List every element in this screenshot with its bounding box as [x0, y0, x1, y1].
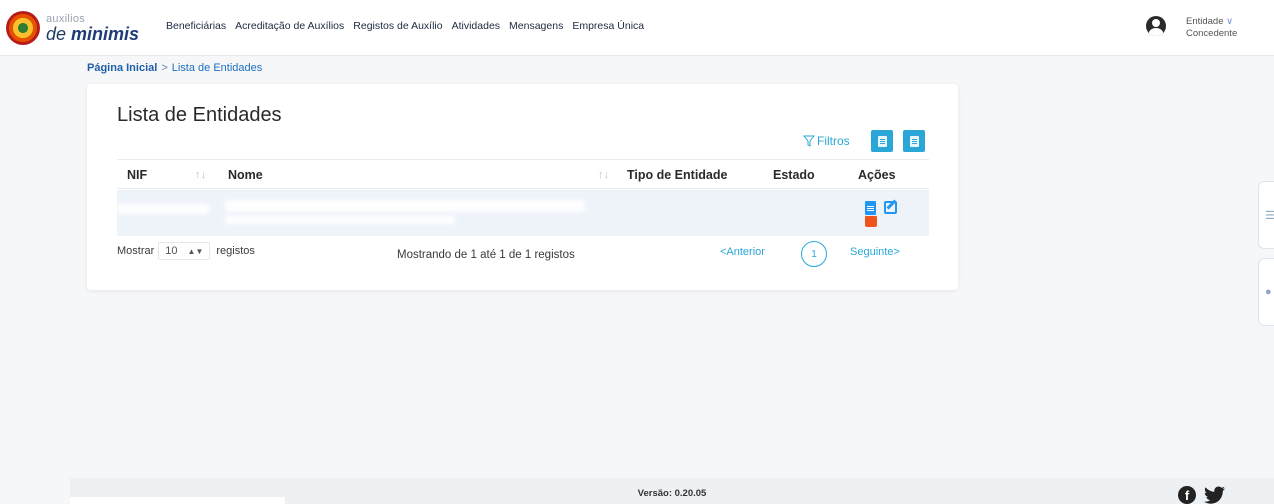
table-footer: Mostrar 10 ▲▼ registos Mostrando de 1 até… [117, 241, 929, 267]
logo-line2-prefix: de [46, 23, 72, 44]
pagination-summary: Mostrando de 1 até 1 de 1 registos [397, 249, 575, 261]
nav-item-atividades[interactable]: Atividades [452, 20, 500, 32]
entities-card: Lista de Entidades Filtros NIF ↑↓ Nome ↑… [87, 84, 958, 290]
breadcrumb: Página Inicial > Lista de Entidades [87, 62, 262, 74]
side-tab-checklist[interactable]: ☰ [1258, 181, 1274, 249]
logo-emblem-icon [6, 11, 40, 45]
select-arrows-icon: ▲▼ [187, 246, 204, 256]
excel-export-icon [877, 135, 887, 147]
top-navbar: auxilios de minimis Beneficiárias Acredi… [0, 0, 1274, 56]
nav-item-acreditacao[interactable]: Acreditação de Auxílios [235, 20, 344, 32]
sort-icon[interactable]: ↑↓ [598, 169, 609, 181]
page-size-control: Mostrar 10 ▲▼ registos [117, 242, 255, 260]
redacted-nome-line2 [225, 216, 455, 224]
page-size-value: 10 [165, 245, 178, 257]
edit-icon[interactable] [884, 201, 897, 214]
nav-item-mensagens[interactable]: Mensagens [509, 20, 563, 32]
excel-export-button[interactable] [871, 130, 893, 152]
previous-page-link[interactable]: <Anterior [720, 246, 765, 258]
user-role-line1: Entidade [1186, 16, 1224, 27]
nav-item-registos[interactable]: Registos de Auxílio [353, 20, 442, 32]
page-title: Lista de Entidades [117, 104, 282, 126]
chat-icon: ● [1265, 286, 1272, 298]
breadcrumb-separator: > [161, 62, 168, 74]
side-tab-chat[interactable]: ● [1258, 258, 1274, 326]
nav-item-beneficiarias[interactable]: Beneficiárias [166, 20, 226, 32]
column-header-estado[interactable]: Estado [773, 168, 815, 182]
logo-line2: de minimis [46, 25, 139, 43]
sort-icon[interactable]: ↑↓ [195, 169, 206, 181]
delete-icon[interactable] [865, 216, 877, 227]
breadcrumb-current: Lista de Entidades [171, 62, 263, 74]
view-document-icon[interactable] [865, 201, 876, 215]
checklist-icon: ☰ [1265, 210, 1274, 222]
pdf-export-button[interactable] [903, 130, 925, 152]
redacted-nome [225, 200, 585, 212]
next-page-link[interactable]: Seguinte> [850, 246, 900, 258]
user-menu[interactable]: Entidade ∨ Concedente [1146, 16, 1237, 40]
pdf-export-icon [909, 135, 919, 147]
main-nav: Beneficiárias Acreditação de Auxílios Re… [166, 20, 644, 32]
facebook-icon[interactable]: f [1178, 486, 1196, 504]
filter-icon [803, 135, 815, 147]
filters-button[interactable]: Filtros [803, 134, 850, 148]
show-label: Mostrar [117, 245, 155, 257]
filters-label: Filtros [817, 134, 850, 148]
chevron-down-icon: ∨ [1226, 16, 1234, 27]
page-size-select[interactable]: 10 ▲▼ [158, 242, 211, 260]
nav-item-empresa-unica[interactable]: Empresa Única [572, 20, 644, 32]
page-number-button[interactable]: 1 [801, 241, 827, 267]
table-row [117, 190, 929, 236]
records-label: registos [216, 245, 255, 257]
user-role-line2: Concedente [1186, 28, 1238, 39]
twitter-icon[interactable] [1204, 486, 1226, 504]
column-header-nif[interactable]: NIF [127, 168, 147, 182]
app-logo[interactable]: auxilios de minimis [6, 11, 139, 45]
table-header: NIF ↑↓ Nome ↑↓ Tipo de Entidade Estado A… [117, 159, 929, 189]
logo-text: auxilios de minimis [46, 13, 139, 43]
logo-line2-bold: minimis [71, 23, 140, 44]
redacted-nif [117, 204, 209, 214]
user-role[interactable]: Entidade ∨ Concedente [1186, 16, 1237, 40]
user-avatar-icon[interactable] [1146, 16, 1166, 36]
column-header-nome[interactable]: Nome [228, 168, 263, 182]
breadcrumb-home-link[interactable]: Página Inicial [87, 62, 157, 74]
social-links: f [1178, 486, 1226, 504]
column-header-tipo[interactable]: Tipo de Entidade [627, 168, 727, 182]
column-header-acoes: Ações [858, 168, 896, 182]
footer-tab [70, 497, 285, 504]
